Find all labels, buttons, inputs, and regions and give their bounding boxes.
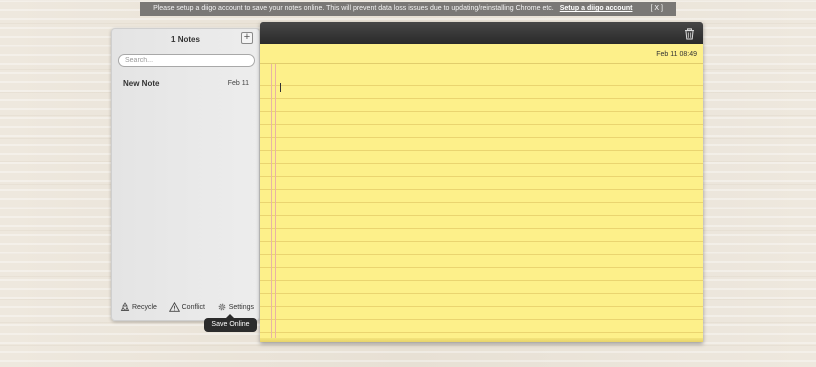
- conflict-label: Conflict: [181, 303, 205, 311]
- save-online-tooltip: Save Online: [204, 314, 257, 332]
- notes-count: 1 Notes: [171, 35, 200, 44]
- note-text-area[interactable]: [278, 71, 698, 333]
- setup-banner: Please setup a diigo account to save you…: [140, 2, 676, 16]
- warning-icon: [168, 302, 180, 312]
- settings-label: Settings: [228, 303, 254, 311]
- note-editor: Feb 11 08:49: [260, 22, 703, 342]
- conflict-button[interactable]: Conflict: [168, 302, 205, 312]
- editor-toolbar: [260, 22, 703, 44]
- recycle-icon: [120, 302, 130, 311]
- settings-button[interactable]: Settings: [217, 302, 254, 312]
- sidebar-header: 1 Notes +: [112, 29, 259, 51]
- note-date: Feb 11: [227, 79, 249, 87]
- paper-bottom-edge: [260, 338, 703, 342]
- sidebar-footer: Recycle Conflict Settings: [112, 300, 259, 314]
- note-paper: Feb 11 08:49: [260, 44, 703, 342]
- search-input[interactable]: [118, 54, 255, 67]
- banner-close-button[interactable]: [ X ]: [650, 2, 662, 16]
- add-note-button[interactable]: +: [241, 32, 253, 44]
- banner-message: Please setup a diigo account to save you…: [153, 5, 554, 12]
- plus-icon: +: [243, 31, 251, 43]
- recycle-label: Recycle: [132, 303, 157, 311]
- delete-note-button[interactable]: [684, 27, 695, 40]
- text-cursor: [280, 83, 281, 92]
- notes-sidebar: 1 Notes + New Note Feb 11 Recycle Confli…: [111, 28, 260, 321]
- gear-icon: [218, 303, 226, 311]
- note-title: New Note: [123, 78, 160, 88]
- list-item[interactable]: New Note Feb 11: [112, 76, 259, 90]
- note-timestamp: Feb 11 08:49: [260, 44, 703, 64]
- recycle-button[interactable]: Recycle: [120, 302, 157, 312]
- setup-diigo-link[interactable]: Setup a diigo account: [560, 2, 633, 16]
- trash-icon: [685, 28, 694, 40]
